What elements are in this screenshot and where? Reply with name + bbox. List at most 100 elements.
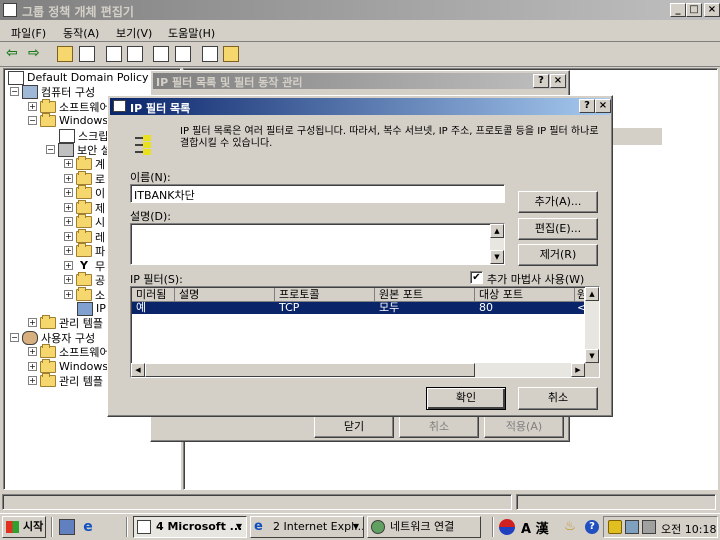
list-scrollbar[interactable]: ▲ ▼ xyxy=(585,287,599,377)
tree-computer-config[interactable]: − 컴퓨터 구성 xyxy=(10,84,95,99)
add-button[interactable]: 추가(A)... xyxy=(518,191,598,213)
menu-view[interactable]: 보기(V) xyxy=(116,25,152,41)
minimize-button[interactable]: _ xyxy=(670,3,686,17)
start-button[interactable]: 시작 xyxy=(2,516,46,538)
clock[interactable]: 오전 10:18 xyxy=(661,521,716,537)
menu-action[interactable]: 동작(A) xyxy=(63,25,99,41)
wizard-checkbox[interactable]: ✔ xyxy=(470,271,483,284)
description-label: 설명(D): xyxy=(130,210,171,223)
policy-icon xyxy=(8,70,24,85)
col-header-src[interactable]: 원본 xyxy=(575,288,584,302)
collapse-icon[interactable]: − xyxy=(10,87,19,96)
apply-button[interactable]: 적용(A) xyxy=(484,416,564,438)
tree-user-admin[interactable]: + 관리 템플 xyxy=(28,372,103,388)
tree-user-software[interactable]: + 소프트웨어 xyxy=(28,343,110,359)
ime-mode[interactable]: A 漢 xyxy=(521,518,549,537)
menu-help[interactable]: 도움말(H) xyxy=(168,25,215,41)
scroll-left-icon[interactable]: ◀ xyxy=(131,363,145,377)
network-tray-icon[interactable] xyxy=(625,520,639,534)
scroll-right-icon[interactable]: ▶ xyxy=(571,363,585,377)
tree-sub-item[interactable]: + 공 xyxy=(64,271,105,287)
tree-admin-templates[interactable]: + 관리 템플 xyxy=(28,314,103,330)
tree-sub-item[interactable]: + 이 xyxy=(64,184,105,200)
scroll-up-icon[interactable]: ▲ xyxy=(490,224,504,238)
tree-sub-item[interactable]: + 파 xyxy=(64,242,105,258)
folder-icon xyxy=(76,199,92,214)
help-icon[interactable] xyxy=(175,46,191,62)
scroll-down-icon[interactable]: ▼ xyxy=(585,349,599,363)
task-microsoft[interactable]: 4 Microsoft ... ▼ xyxy=(133,516,247,538)
scroll-down-icon[interactable]: ▼ xyxy=(490,250,504,264)
col-header-mirrored[interactable]: 미러됨 xyxy=(132,288,175,302)
ok-button[interactable]: 확인 xyxy=(426,387,506,410)
folder-icon xyxy=(76,242,92,257)
new-list-icon[interactable] xyxy=(202,46,218,62)
menu-file[interactable]: 파일(F) xyxy=(11,25,46,41)
col-header-dst-port[interactable]: 대상 포트 xyxy=(475,288,575,302)
scroll-thumb[interactable] xyxy=(145,363,475,377)
maximize-button[interactable]: □ xyxy=(686,3,702,17)
folder-icon xyxy=(40,98,56,113)
tree-sub-item[interactable]: + 시 xyxy=(64,213,105,229)
filter-icon xyxy=(135,134,155,158)
name-input[interactable]: ITBANK차단 xyxy=(130,184,505,203)
monitor-tray-icon[interactable] xyxy=(642,520,656,534)
horizontal-scrollbar[interactable]: ◀ ▶ xyxy=(131,363,585,377)
menu-bar: 파일(F) 동작(A) 보기(V) 도움말(H) xyxy=(0,21,720,41)
tree-software-settings[interactable]: + 소프트웨어 xyxy=(28,98,110,114)
cancel-button[interactable]: 취소 xyxy=(518,387,598,410)
export-list-icon[interactable] xyxy=(153,46,169,62)
folder-icon xyxy=(76,286,92,301)
cell-src: <내 xyxy=(577,302,584,314)
properties-icon[interactable] xyxy=(106,46,122,62)
description-input[interactable]: ▲ ▼ xyxy=(130,223,505,265)
manage-icon[interactable] xyxy=(223,46,239,62)
collapse-icon[interactable]: − xyxy=(10,333,19,342)
ie-icon[interactable]: e xyxy=(80,519,96,535)
close-button[interactable]: × xyxy=(704,3,720,17)
help-button[interactable]: ? xyxy=(533,74,549,88)
ie-icon: e xyxy=(254,519,263,534)
forward-icon[interactable]: ⇨ xyxy=(28,46,44,62)
collapse-icon[interactable]: − xyxy=(46,145,55,154)
ime-settings-icon[interactable]: ♨ xyxy=(562,519,578,535)
description-scrollbar[interactable]: ▲ ▼ xyxy=(490,224,504,264)
manage-dialog-title: IP 필터 목록 및 필터 동작 관리 xyxy=(156,76,303,89)
tree-windows-settings[interactable]: − Windows xyxy=(28,112,108,128)
cancel-button[interactable]: 취소 xyxy=(399,416,479,438)
ip-filters-label: IP 필터(S): xyxy=(130,273,183,286)
help-button[interactable]: ? xyxy=(579,99,595,113)
task-network-connections[interactable]: 네트워크 연결 xyxy=(367,516,481,538)
show-desktop-icon[interactable] xyxy=(59,519,75,535)
folder-icon xyxy=(40,372,56,387)
col-header-protocol[interactable]: 프로토콜 xyxy=(275,288,375,302)
folder-icon xyxy=(40,314,56,329)
back-icon[interactable]: ⇦ xyxy=(6,46,22,62)
collapse-icon[interactable]: − xyxy=(28,116,37,125)
expand-icon[interactable]: + xyxy=(28,102,37,111)
folder-icon xyxy=(76,155,92,170)
show-hide-tree-icon[interactable] xyxy=(79,46,95,62)
scroll-up-icon[interactable]: ▲ xyxy=(585,287,599,301)
close-dialog-button[interactable]: 닫기 xyxy=(314,416,394,438)
security-tray-icon[interactable] xyxy=(608,520,622,534)
up-folder-icon[interactable] xyxy=(57,46,73,62)
ip-security-icon xyxy=(77,301,93,316)
windows-logo-icon xyxy=(6,521,19,533)
task-internet-explorer[interactable]: e 2 Internet Expl... ▼ xyxy=(250,516,364,538)
close-button[interactable]: × xyxy=(550,74,566,88)
refresh-icon[interactable] xyxy=(127,46,143,62)
tree-sub-item[interactable]: + 계 xyxy=(64,155,105,171)
cell-dst-port: 80 xyxy=(479,301,493,314)
language-flag-icon[interactable] xyxy=(499,519,515,535)
tree-sub-item[interactable]: + 소 xyxy=(64,286,105,302)
ip-filter-list-dialog: IP 필터 목록 ? × IP 필터 목록은 여러 필터로 구성됩니다. 따라서… xyxy=(107,95,613,417)
help-circle-icon[interactable]: ? xyxy=(585,520,599,534)
close-button[interactable]: × xyxy=(595,99,611,113)
edit-button[interactable]: 편집(E)... xyxy=(518,218,598,240)
security-icon xyxy=(58,142,74,157)
col-header-src-port[interactable]: 원본 포트 xyxy=(375,288,475,302)
remove-button[interactable]: 제거(R) xyxy=(518,244,598,266)
col-header-desc[interactable]: 설명 xyxy=(175,288,275,302)
cell-mirrored: 예 xyxy=(136,301,147,314)
